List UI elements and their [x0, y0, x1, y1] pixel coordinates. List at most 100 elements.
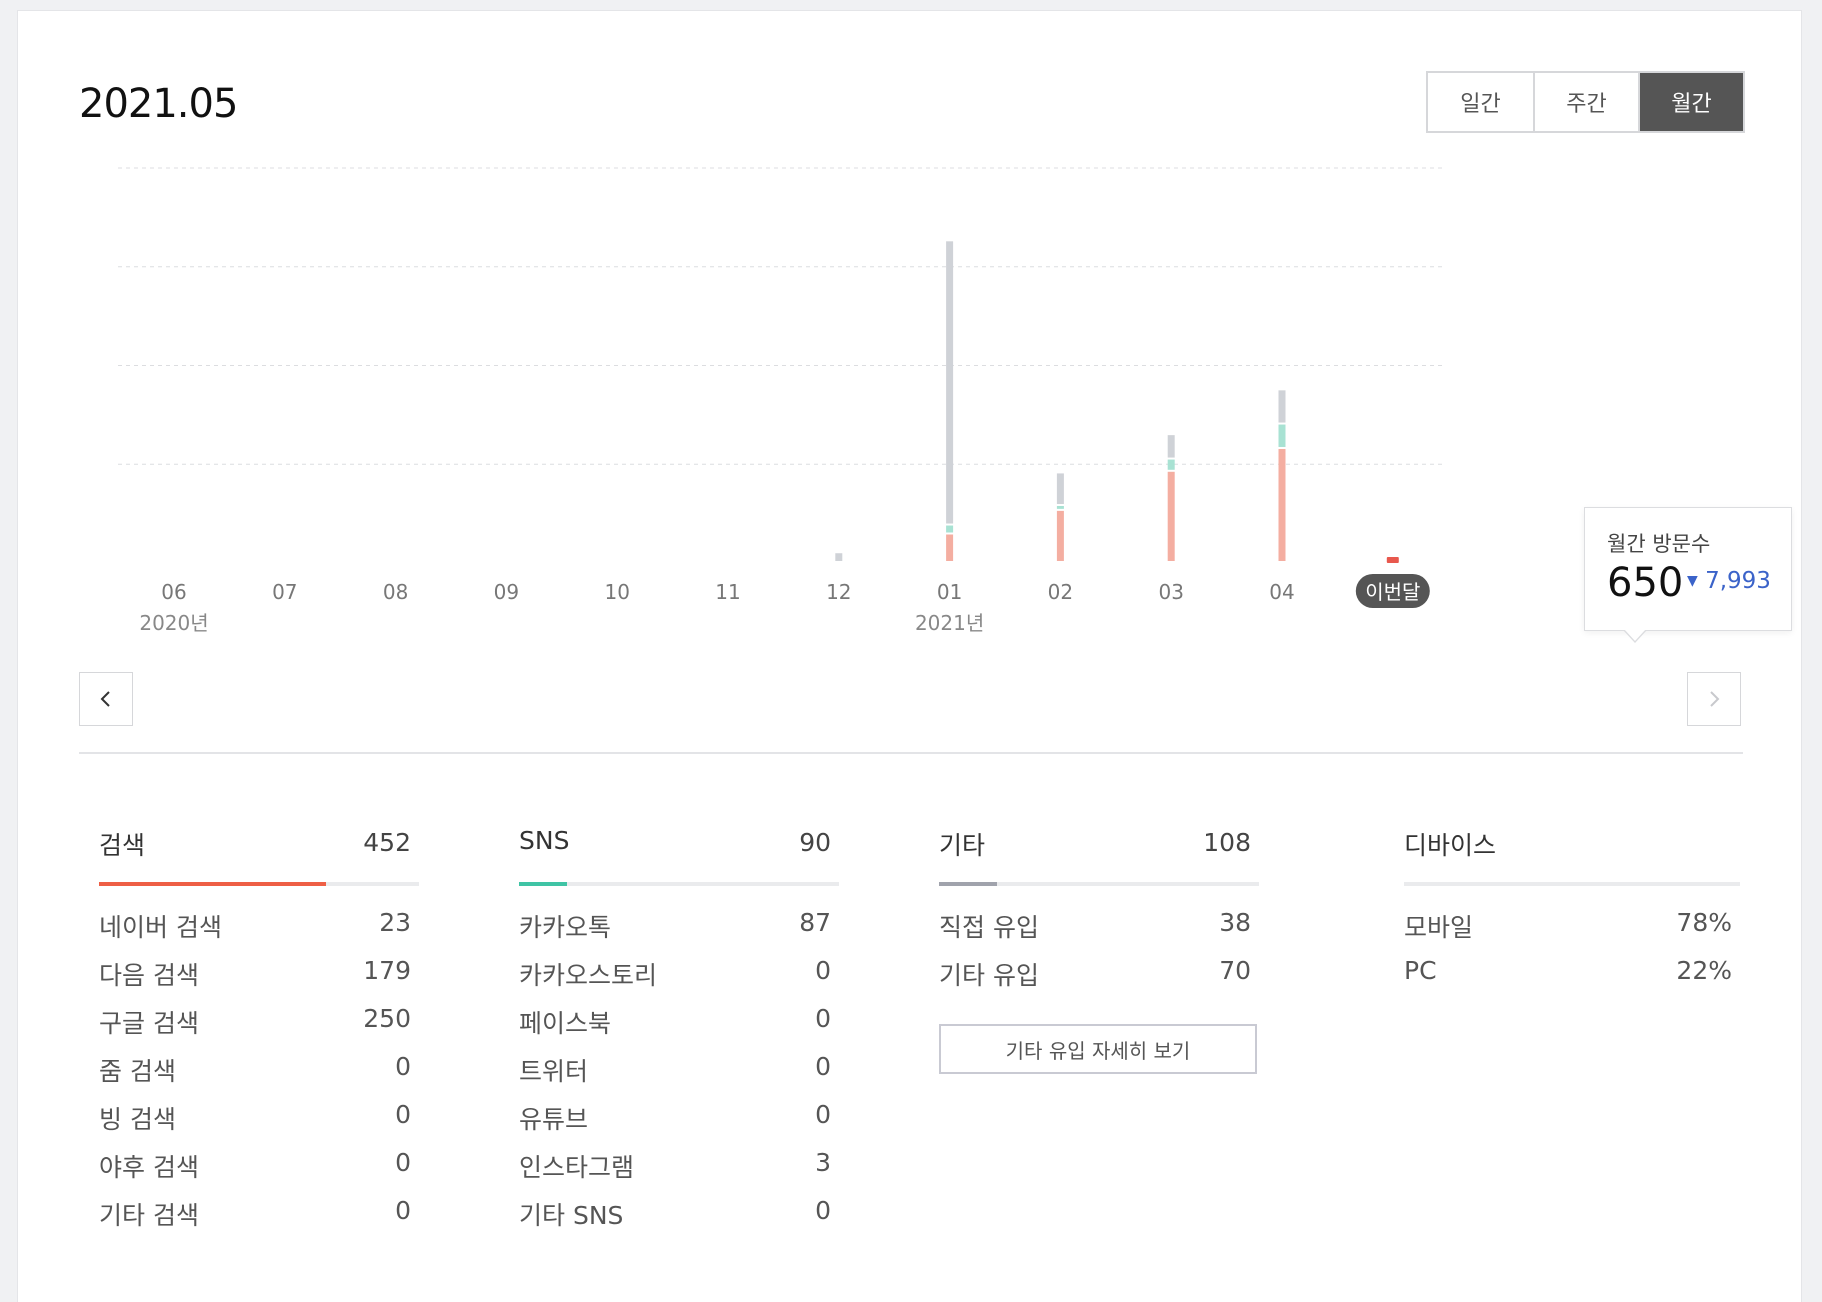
visits-bar-chart: 06 2020년 07 08 09 10 11 12 01 2021년 02 03 04 이번달 [118, 167, 1446, 635]
x-tick-label: 02 [1048, 580, 1073, 604]
device-stats-header: 디바이스 [1404, 826, 1740, 868]
list-item: 트위터 0 [519, 1052, 839, 1100]
etc-share-fill [939, 882, 997, 886]
list-item: 기타 SNS 0 [519, 1196, 839, 1244]
x-tick-label: 04 [1269, 580, 1294, 604]
tooltip-pointer-fill [1624, 629, 1646, 641]
chevron-left-icon [100, 691, 110, 707]
down-triangle-icon: ▼ [1687, 573, 1698, 589]
x-tick-label: 06 [161, 580, 186, 604]
list-item: 빙 검색 0 [99, 1100, 419, 1148]
stats-card: 2021.05 일간 주간 월간 06 2020년 07 08 09 10 11 12 01 20… [17, 10, 1802, 1302]
sns-stats: SNS 90 카카오톡 87 카카오스토리 0 페이스북 0 트위터 0 유튜브 0 인스… [519, 826, 839, 1244]
bar-segment-0 [1167, 471, 1175, 561]
row-label: 트위터 [519, 1057, 589, 1086]
list-item: 유튜브 0 [519, 1100, 839, 1148]
search-share-fill [99, 882, 327, 886]
row-label: 줌 검색 [99, 1057, 176, 1086]
section-divider [79, 752, 1743, 754]
tooltip-delta-value: 7,993 [1705, 568, 1771, 594]
x-tick-label: 11 [715, 580, 740, 604]
list-item: 기타 검색 0 [99, 1196, 419, 1244]
etc-source-list: 직접 유입 38 기타 유입 70 [939, 908, 1259, 1004]
row-label: 유튜브 [519, 1105, 589, 1134]
list-item: 페이스북 0 [519, 1004, 839, 1052]
bar-segment-1 [946, 525, 954, 533]
row-label: 페이스북 [519, 1009, 612, 1038]
row-value: 38 [1219, 908, 1251, 937]
list-item: 인스타그램 3 [519, 1148, 839, 1196]
sns-share-fill [519, 882, 567, 886]
sns-share-bar [519, 882, 839, 886]
row-value: 0 [395, 1100, 411, 1129]
device-stats: 디바이스 모바일 78% PC 22% [1404, 826, 1740, 1004]
row-label: 구글 검색 [99, 1009, 199, 1038]
row-label: 기타 유입 [939, 961, 1039, 990]
list-item: 다음 검색 179 [99, 956, 419, 1004]
bar-segment-1 [1056, 505, 1064, 509]
row-label: 인스타그램 [519, 1153, 635, 1182]
row-value: 0 [815, 1100, 831, 1129]
row-value: 87 [799, 908, 831, 937]
bar-segment-0 [1278, 448, 1286, 561]
search-stats: 검색 452 네이버 검색 23 다음 검색 179 구글 검색 250 줌 검색 0 … [99, 826, 419, 1244]
x-tick-label: 07 [272, 580, 297, 604]
list-item: PC 22% [1404, 956, 1740, 1004]
row-value: 0 [815, 1196, 831, 1225]
row-label: 네이버 검색 [99, 913, 222, 942]
bar-segment-2 [946, 241, 954, 524]
row-value: 23 [379, 908, 411, 937]
row-label: 기타 SNS [519, 1201, 624, 1230]
sns-stats-header: SNS 90 [519, 826, 839, 868]
list-item: 줌 검색 0 [99, 1052, 419, 1100]
etc-stats-title: 기타 [939, 831, 986, 860]
row-label: 기타 검색 [99, 1201, 199, 1230]
prev-period-button[interactable] [79, 672, 133, 726]
sns-stats-title: SNS [519, 826, 570, 855]
search-stats-header: 검색 452 [99, 826, 419, 868]
etc-detail-button[interactable]: 기타 유입 자세히 보기 [939, 1024, 1257, 1074]
device-list: 모바일 78% PC 22% [1404, 908, 1740, 1004]
device-divider [1404, 882, 1740, 886]
search-source-list: 네이버 검색 23 다음 검색 179 구글 검색 250 줌 검색 0 빙 검색 0 야… [99, 908, 419, 1244]
row-label: 카카오스토리 [519, 961, 658, 990]
monthly-visits-tooltip: 월간 방문수 650 ▼ 7,993 [1584, 507, 1792, 643]
row-label: 빙 검색 [99, 1105, 176, 1134]
row-label: 야후 검색 [99, 1153, 199, 1182]
x-tick-label: 03 [1158, 580, 1183, 604]
tooltip-delta: ▼ 7,993 [1687, 568, 1771, 594]
etc-stats: 기타 108 직접 유입 38 기타 유입 70 기타 유입 자세히 보기 [939, 826, 1259, 1074]
device-stats-title: 디바이스 [1404, 831, 1497, 860]
row-label: 다음 검색 [99, 961, 199, 990]
etc-stats-total: 108 [1203, 828, 1251, 857]
row-label: 직접 유입 [939, 913, 1039, 942]
row-value: 3 [815, 1148, 831, 1177]
bar-segment-2 [1167, 435, 1175, 458]
row-value: 22% [1676, 956, 1732, 985]
search-stats-total: 452 [363, 828, 411, 857]
row-value: 0 [815, 1052, 831, 1081]
bar-segment-0 [1056, 510, 1064, 561]
chevron-right-icon [1710, 691, 1720, 707]
row-value: 70 [1219, 956, 1251, 985]
row-value: 0 [395, 1196, 411, 1225]
current-month-bar [1386, 557, 1399, 563]
sns-stats-total: 90 [799, 828, 831, 857]
list-item: 네이버 검색 23 [99, 908, 419, 956]
bar-segment-1 [1278, 424, 1286, 447]
row-value: 179 [363, 956, 411, 985]
bar-segment-2 [1278, 390, 1286, 423]
sns-source-list: 카카오톡 87 카카오스토리 0 페이스북 0 트위터 0 유튜브 0 인스타그램 3 기타… [519, 908, 839, 1244]
x-tick-label: 08 [383, 580, 408, 604]
row-value: 0 [395, 1052, 411, 1081]
x-tick-label: 12 [826, 580, 851, 604]
row-value: 250 [363, 1004, 411, 1033]
tooltip-value: 650 [1607, 560, 1684, 606]
list-item: 야후 검색 0 [99, 1148, 419, 1196]
row-value: 0 [815, 956, 831, 985]
year-label: 2021년 [915, 611, 984, 635]
bar-segment-0 [946, 534, 954, 561]
next-period-button[interactable] [1687, 672, 1741, 726]
tooltip-label: 월간 방문수 [1607, 532, 1711, 556]
list-item: 카카오스토리 0 [519, 956, 839, 1004]
